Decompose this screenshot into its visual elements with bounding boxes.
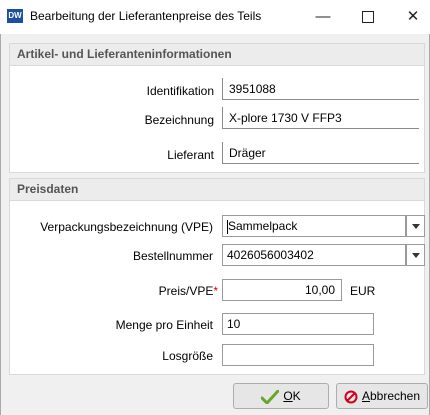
designation-value: X-plore 1730 V FFP3 (222, 107, 419, 129)
supplier-label: Lieferant (167, 148, 214, 162)
ok-label-mnemonic: O (283, 389, 293, 403)
title-bar: DW Bearbeitung der Lieferantenpreise des… (0, 0, 430, 34)
quantity-input[interactable]: 10 (222, 313, 374, 335)
lot-size-label: Losgröße (162, 349, 213, 363)
app-icon: DW (7, 9, 23, 23)
maximize-button[interactable] (353, 4, 383, 30)
order-number-dropdown-button[interactable] (406, 244, 425, 266)
quantity-label: Menge pro Einheit (115, 318, 213, 332)
cancel-label-mnemonic: A (361, 389, 370, 403)
article-supplier-group: Artikel- und Lieferanteninformationen Id… (9, 43, 425, 173)
cancel-button[interactable]: Abbrechen (336, 383, 428, 409)
cancel-label: bbrechen (369, 389, 421, 403)
supplier-value: Dräger (222, 142, 419, 164)
ok-button[interactable]: OK (233, 383, 329, 409)
packaging-dropdown-button[interactable] (406, 215, 425, 237)
lot-size-input[interactable] (222, 344, 374, 366)
window-title: Bearbeitung der Lieferantenpreise des Te… (30, 9, 262, 23)
maximize-icon (362, 11, 374, 24)
required-marker: * (213, 284, 218, 298)
price-label-text: Preis/VPE (158, 284, 214, 298)
cancel-icon (344, 390, 358, 404)
ok-label: K (292, 389, 301, 403)
identification-label: Identifikation (146, 84, 214, 98)
order-number-label: Bestellnummer (132, 249, 213, 263)
checkmark-icon (260, 389, 280, 405)
packaging-label: Verpackungsbezeichnung (VPE) (40, 220, 213, 234)
designation-label: Bezeichnung (144, 113, 214, 127)
price-label: Preis/VPE* (10, 284, 218, 298)
group-header-article: Artikel- und Lieferanteninformationen (10, 44, 424, 66)
price-data-group: Preisdaten Verpackungsbezeichnung (VPE) … (9, 178, 425, 375)
identification-value: 3951088 (222, 78, 419, 100)
close-button[interactable]: ✕ (398, 4, 428, 30)
close-icon: ✕ (406, 8, 420, 25)
minimize-button[interactable]: — (308, 4, 338, 30)
packaging-select[interactable]: Sammelpack (222, 215, 406, 237)
window-border-left (0, 34, 1, 415)
group-header-price: Preisdaten (10, 179, 424, 201)
order-number-value: 4026056003402 (227, 248, 314, 262)
minimize-icon: — (315, 8, 331, 25)
order-number-select[interactable]: 4026056003402 (222, 244, 406, 266)
currency-label: EUR (350, 284, 376, 298)
price-input[interactable]: 10,00 (222, 279, 342, 301)
packaging-value: Sammelpack (228, 219, 298, 233)
